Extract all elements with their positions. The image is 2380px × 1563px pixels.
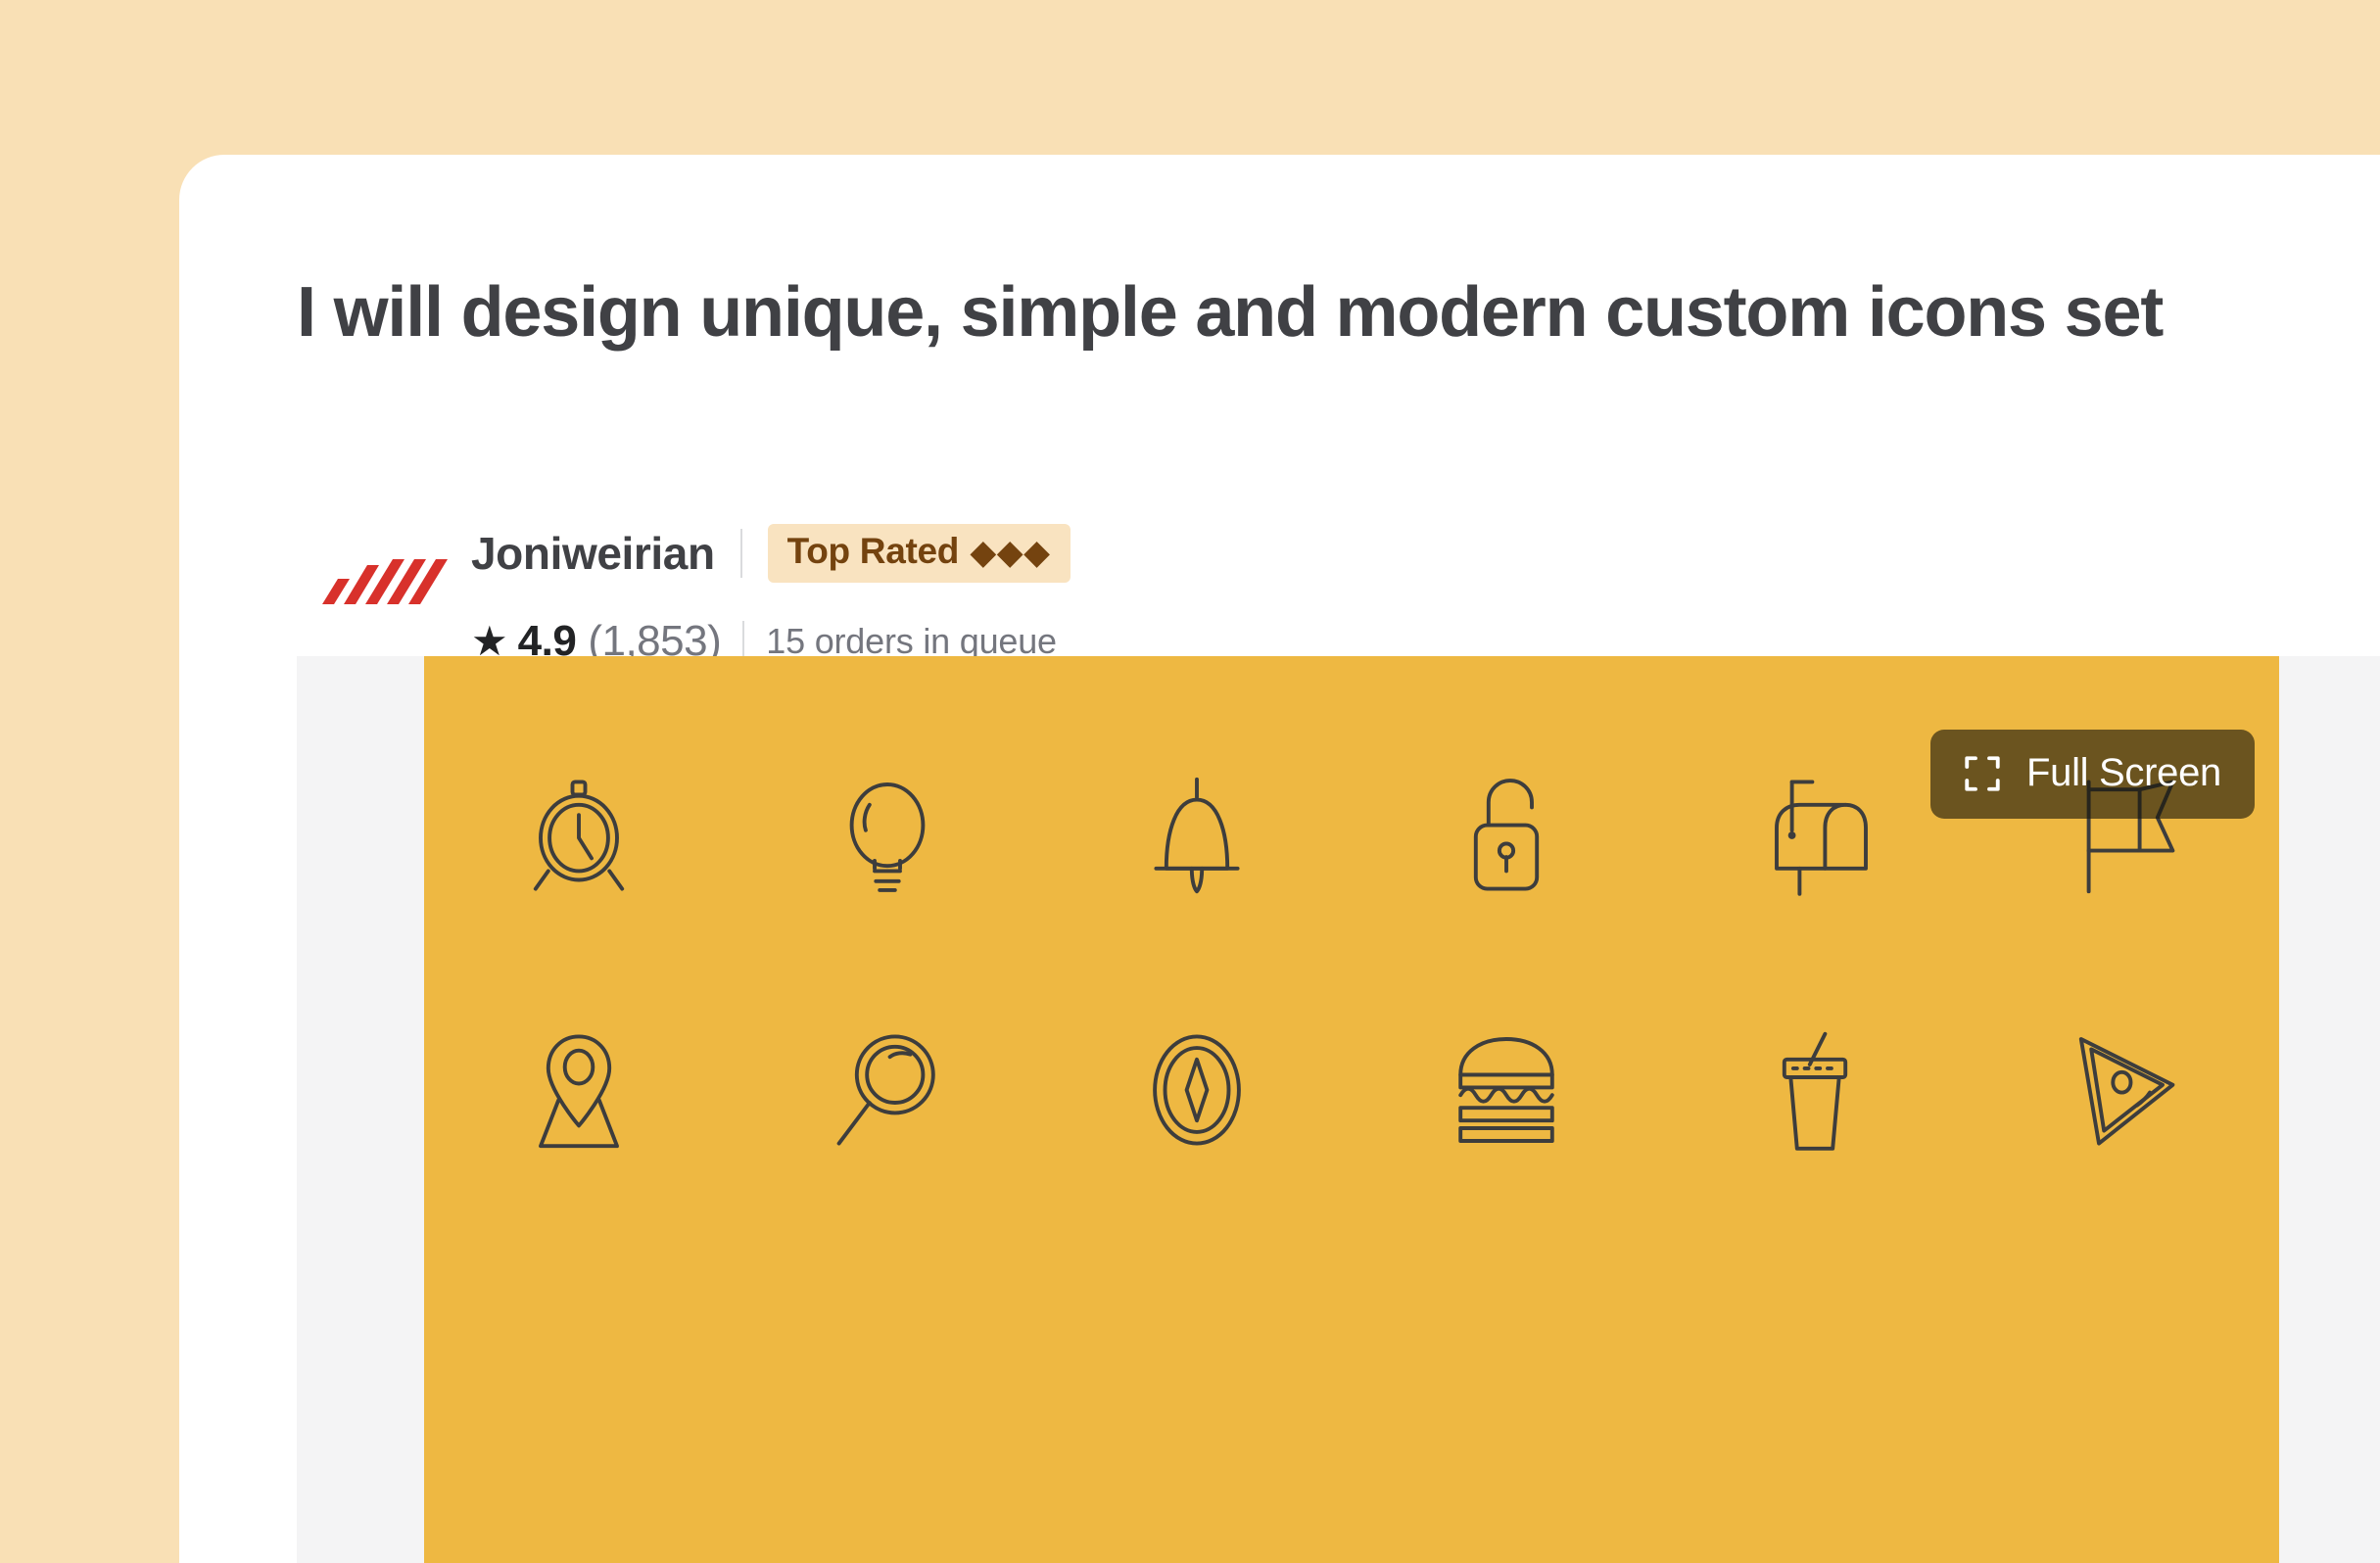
badge-diamonds-icon: ◆◆◆: [971, 533, 1052, 570]
separator: [739, 529, 742, 578]
gallery-main-image[interactable]: Full Screen: [424, 656, 2279, 1563]
drink-cup-icon: [1751, 1026, 1879, 1154]
burger-icon: [1443, 1026, 1570, 1154]
avatar[interactable]: [316, 547, 449, 665]
seller-details: Joniweirian Top Rated ◆◆◆ ★ 4.9 (1,853) …: [471, 522, 1071, 669]
seller-name[interactable]: Joniweirian: [471, 527, 715, 580]
seller-name-row: Joniweirian Top Rated ◆◆◆: [471, 522, 1071, 585]
mailbox-icon: [1751, 772, 1879, 899]
location-pin-icon: [515, 1026, 643, 1154]
unlocked-padlock-icon: [1443, 772, 1570, 899]
gig-detail-card: I will design unique, simple and modern …: [179, 155, 2380, 1563]
seller-info-row: Joniweirian Top Rated ◆◆◆ ★ 4.9 (1,853) …: [297, 522, 2314, 665]
alarm-clock-icon: [515, 772, 643, 899]
status-badge: Top Rated ◆◆◆: [767, 524, 1071, 583]
magnifying-glass-icon: [824, 1026, 951, 1154]
compass-icon: [1133, 1026, 1261, 1154]
icon-set-preview: [424, 772, 2279, 1154]
bell-icon: [1133, 772, 1261, 899]
expand-corners-icon: [1965, 755, 2000, 791]
pizza-slice-icon: [2061, 1026, 2188, 1154]
page-title: I will design unique, simple and modern …: [297, 273, 2164, 352]
gig-gallery: Full Screen: [297, 656, 2380, 1563]
light-bulb-icon: [824, 772, 951, 899]
page-root: I will design unique, simple and modern …: [0, 0, 2380, 1563]
status-badge-label: Top Rated: [786, 531, 960, 571]
fullscreen-button-label: Full Screen: [2025, 751, 2221, 794]
fullscreen-button[interactable]: Full Screen: [1929, 730, 2255, 819]
